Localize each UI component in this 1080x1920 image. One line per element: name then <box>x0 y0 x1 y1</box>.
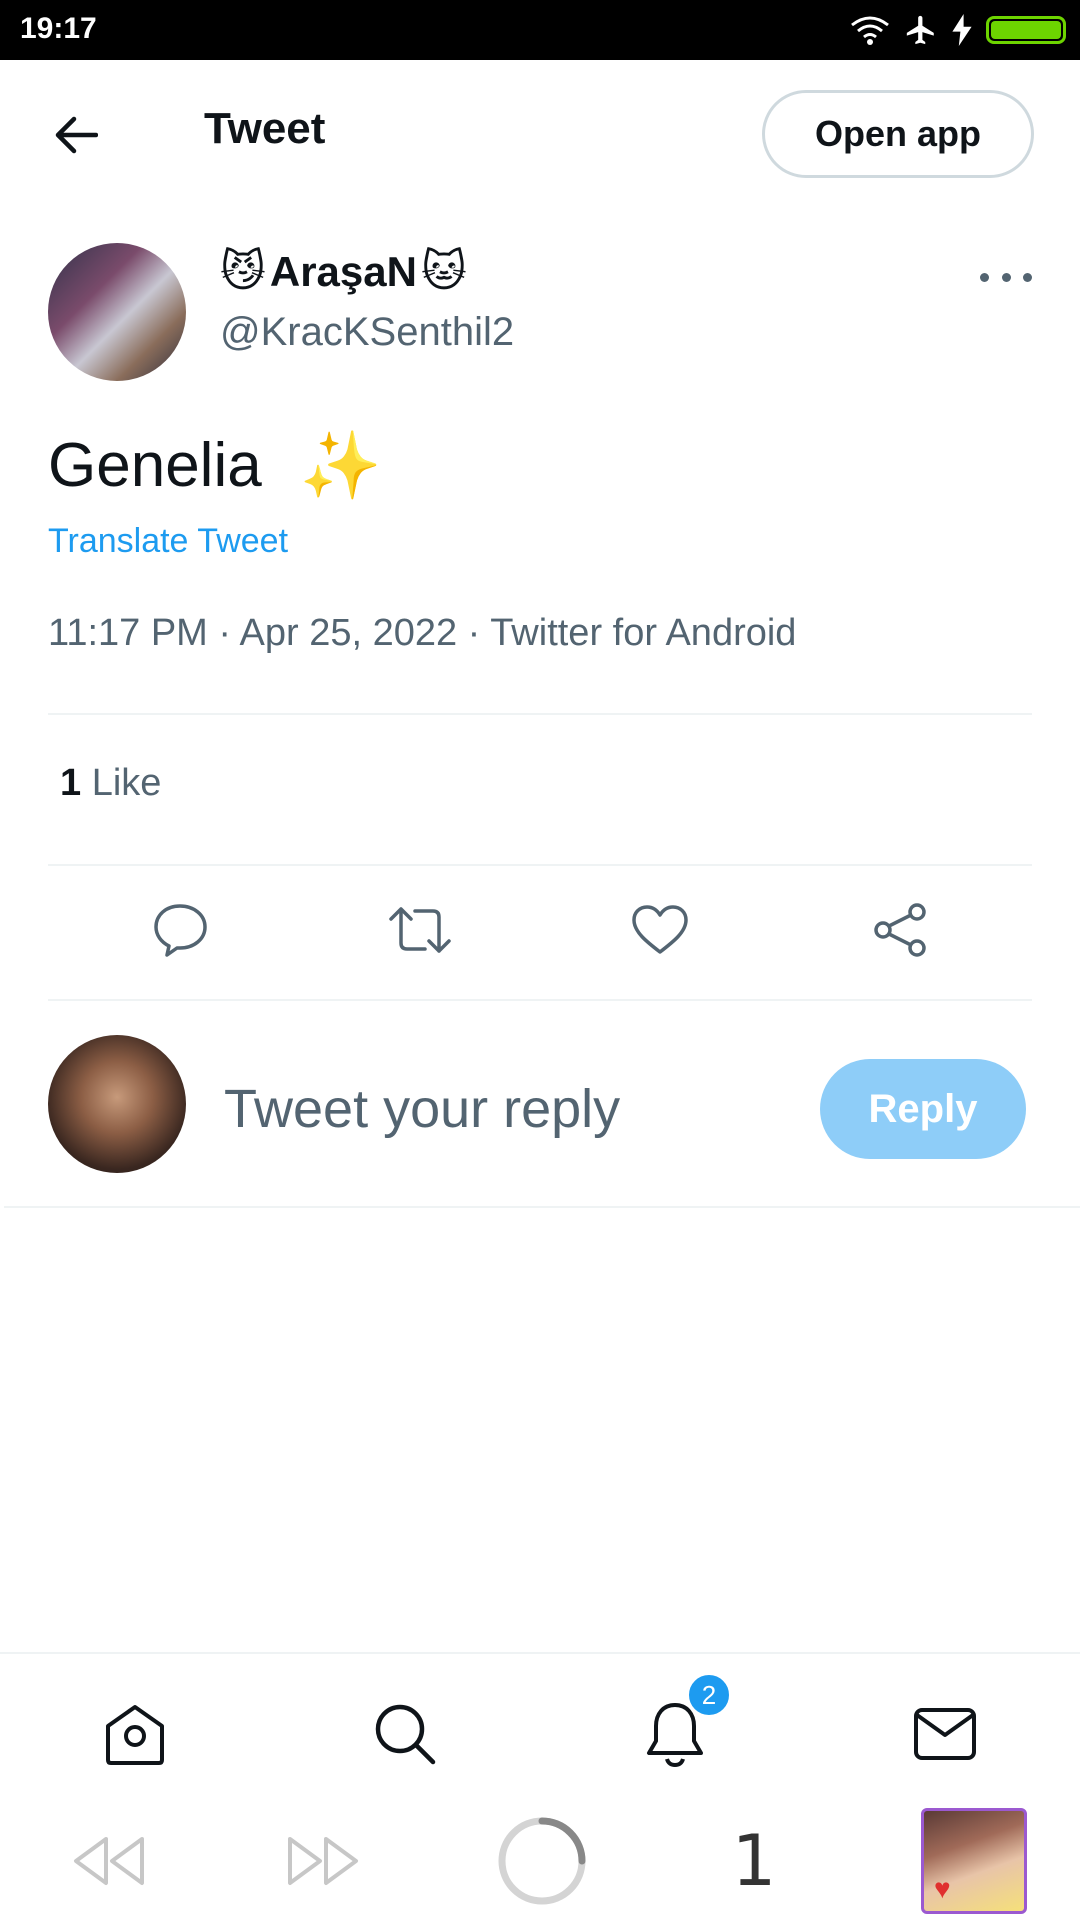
more-options-button[interactable] <box>980 262 1032 292</box>
like-action-button[interactable] <box>620 890 700 970</box>
retweet-icon <box>389 907 451 953</box>
like-icon <box>632 905 688 954</box>
reply-input[interactable]: Tweet your reply <box>224 1078 620 1140</box>
nav-home[interactable] <box>95 1694 175 1774</box>
open-app-button[interactable]: Open app <box>762 90 1034 178</box>
author-avatar[interactable] <box>48 243 186 381</box>
bottom-nav <box>0 1652 1080 1802</box>
author-name-text: AraşaN <box>269 248 417 295</box>
author-name[interactable]: 😼 AraşaN 🐱 <box>220 248 467 296</box>
likes-label: Like <box>91 762 162 804</box>
tab-count-button[interactable]: 1 <box>712 1816 796 1906</box>
tweet-header: Tweet Open app <box>0 60 1080 210</box>
rewind-button[interactable] <box>66 1816 150 1906</box>
back-button[interactable] <box>48 108 102 162</box>
loading-spinner-icon <box>498 1817 586 1905</box>
tweet-text: Genelia ✨ <box>48 430 382 501</box>
profile-thumbnail-button[interactable]: ♥ <box>918 1806 1030 1916</box>
status-icons <box>850 12 1066 48</box>
nav-messages[interactable] <box>905 1694 985 1774</box>
divider <box>48 864 1032 866</box>
translate-tweet-link[interactable]: Translate Tweet <box>48 522 288 561</box>
tab-count: 1 <box>731 1820 777 1902</box>
reply-icon <box>154 904 207 957</box>
profile-thumbnail: ♥ <box>921 1808 1027 1914</box>
status-time: 19:17 <box>20 12 97 45</box>
author-name-prefix-emoji: 😼 <box>220 246 266 297</box>
tweet-text-content: Genelia <box>48 431 262 500</box>
rewind-icon <box>74 1837 144 1885</box>
tweet-timestamp: 11:17 PM · Apr 25, 2022 · Twitter for An… <box>48 612 797 654</box>
system-nav: 1 ♥ <box>0 1802 1080 1920</box>
fast-forward-button[interactable] <box>282 1816 366 1906</box>
retweet-action-button[interactable] <box>380 890 460 970</box>
search-icon <box>375 1704 436 1765</box>
home-icon <box>106 1705 164 1765</box>
charging-icon <box>952 14 972 46</box>
loading-spinner <box>494 1816 590 1906</box>
status-bar: 19:17 <box>0 0 1080 60</box>
page-title: Tweet <box>204 104 326 153</box>
more-dot-icon <box>1001 272 1011 282</box>
battery-icon <box>986 16 1066 44</box>
reply-button[interactable]: Reply <box>820 1059 1026 1159</box>
airplane-mode-icon <box>906 15 934 45</box>
fast-forward-icon <box>288 1837 358 1885</box>
arrow-left-icon <box>55 116 98 154</box>
sparkles-icon: ✨ <box>299 426 382 504</box>
heart-icon: ♥ <box>934 1873 951 1904</box>
reply-action-button[interactable] <box>141 890 221 970</box>
tweet-actions <box>48 890 1032 970</box>
more-dot-icon <box>1023 272 1032 282</box>
divider <box>48 713 1032 715</box>
share-action-button[interactable] <box>860 890 940 970</box>
likes-count[interactable]: 1 Like <box>60 762 161 805</box>
battery-level <box>991 21 1061 39</box>
divider <box>48 999 1032 1001</box>
share-icon <box>874 903 926 957</box>
wifi-icon <box>851 16 889 45</box>
divider <box>4 1206 1080 1208</box>
notification-badge: 2 <box>686 1672 732 1718</box>
author-handle[interactable]: @KracKSenthil2 <box>220 310 514 355</box>
more-dot-icon <box>980 272 989 282</box>
author-name-suffix-emoji: 🐱 <box>420 246 467 297</box>
messages-icon <box>914 1708 976 1760</box>
current-user-avatar <box>48 1035 186 1173</box>
likes-number: 1 <box>60 762 82 804</box>
nav-search[interactable] <box>365 1694 445 1774</box>
